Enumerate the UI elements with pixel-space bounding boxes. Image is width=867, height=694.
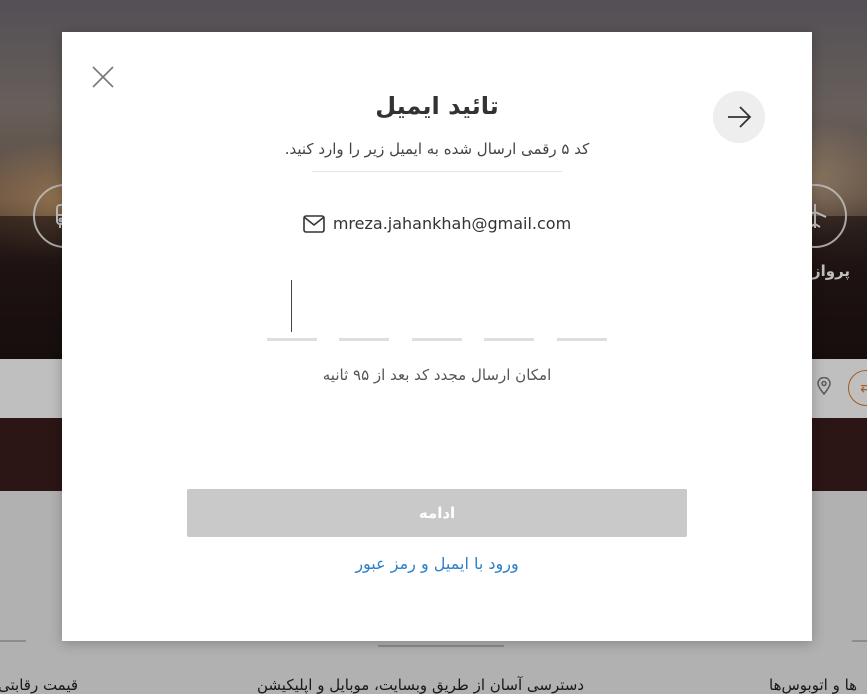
otp-code-input [267,278,607,341]
otp-digit-1[interactable] [267,278,317,341]
email-display: mreza.jahankhah@gmail.com [62,214,812,233]
divider [312,171,562,172]
close-icon[interactable] [89,63,117,91]
otp-digit-3[interactable] [412,278,462,341]
otp-digit-4[interactable] [484,278,534,341]
login-with-password-link[interactable]: ورود با ایمیل و رمز عبور [62,554,812,573]
text-caret [291,280,292,332]
otp-digit-5[interactable] [557,278,607,341]
mail-icon [303,214,325,233]
resend-countdown: امکان ارسال مجدد کد بعد از ۹۵ ثانیه [322,366,552,384]
email-address: mreza.jahankhah@gmail.com [332,214,572,233]
email-verification-dialog: تائید ایمیل کد ۵ رقمی ارسال شده به ایمیل… [62,32,812,641]
otp-digit-2[interactable] [339,278,389,341]
dialog-subtitle: کد ۵ رقمی ارسال شده به ایمیل زیر را وارد… [284,140,590,158]
dialog-title: تائید ایمیل [375,92,499,120]
continue-button[interactable]: ادامه [187,489,687,537]
